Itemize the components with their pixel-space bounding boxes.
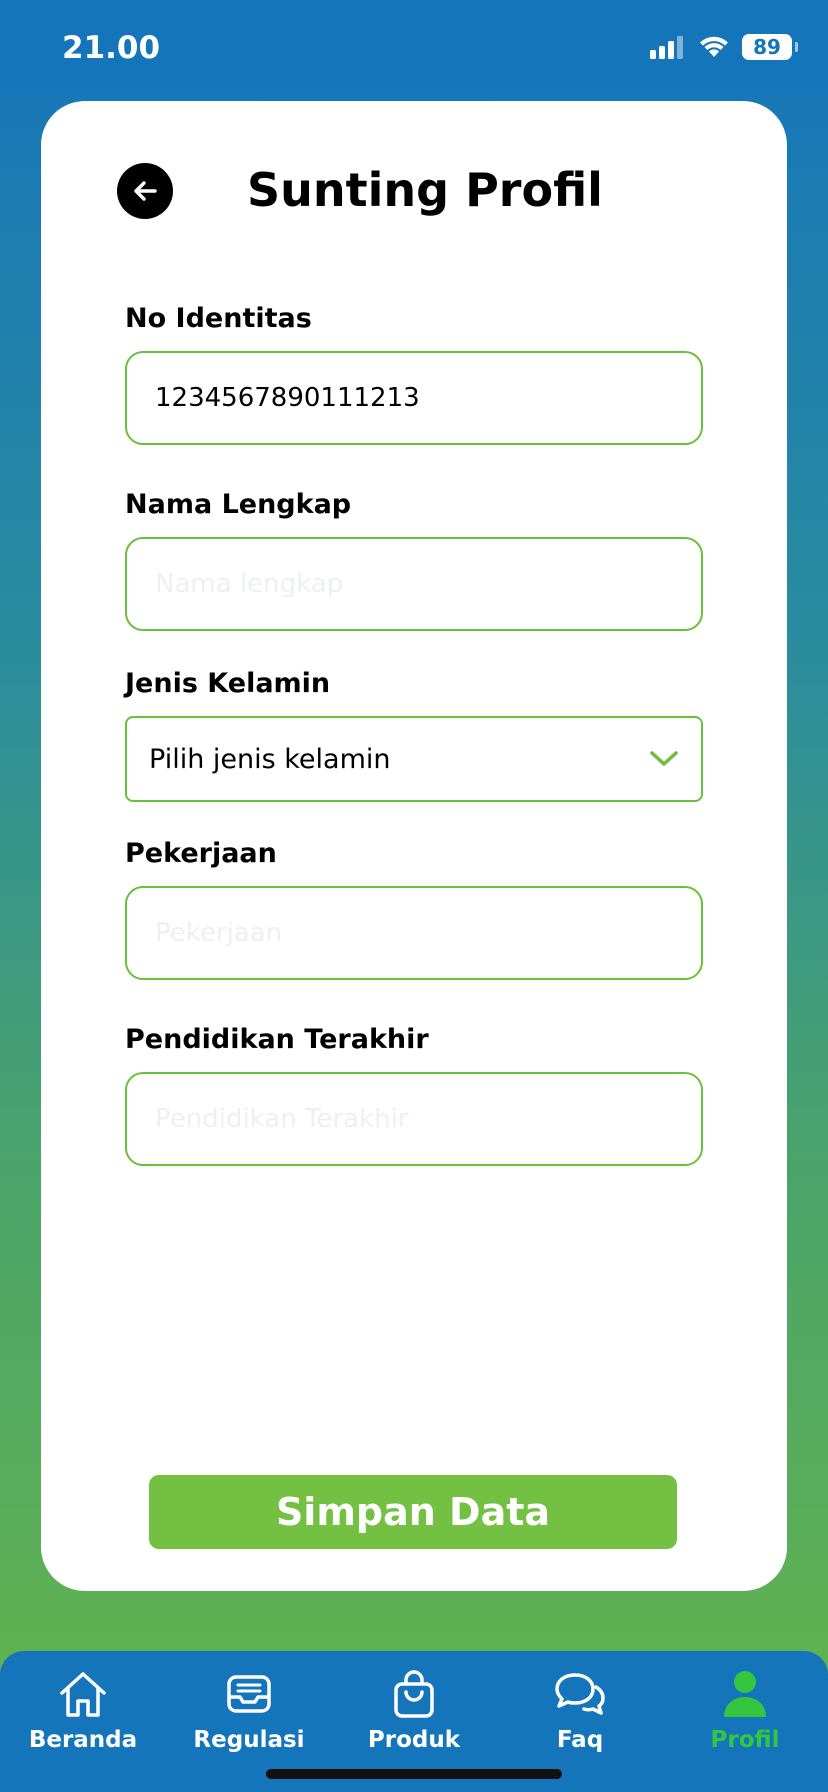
battery-level: 89 (753, 35, 781, 59)
occupation-input[interactable] (127, 888, 701, 978)
tab-regulasi[interactable]: Regulasi (166, 1665, 332, 1765)
chat-bubbles-icon (553, 1665, 607, 1723)
id-number-field[interactable] (125, 351, 703, 445)
occupation-label: Pekerjaan (125, 838, 277, 869)
status-time: 21.00 (62, 30, 161, 66)
chevron-down-icon (650, 751, 678, 766)
tab-beranda[interactable]: Beranda (0, 1665, 166, 1765)
signal-icon (650, 36, 683, 59)
home-icon (57, 1665, 109, 1723)
edit-profile-card: Sunting Profil No Identitas Nama Lengkap… (41, 101, 787, 1591)
shopping-bag-icon (391, 1665, 437, 1723)
full-name-field[interactable] (125, 537, 703, 631)
status-icons: 89 (650, 34, 798, 60)
user-icon (722, 1665, 768, 1723)
tab-faq[interactable]: Faq (497, 1665, 663, 1765)
tab-label: Faq (556, 1727, 604, 1753)
gender-select[interactable]: Pilih jenis kelamin (125, 716, 703, 802)
education-label: Pendidikan Terakhir (125, 1024, 429, 1055)
gender-label: Jenis Kelamin (125, 668, 331, 699)
save-button[interactable]: Simpan Data (149, 1475, 677, 1549)
tab-label: Profil (710, 1727, 780, 1753)
full-name-input[interactable] (127, 539, 701, 629)
status-bar: 21.00 89 (0, 0, 828, 88)
tab-label: Beranda (28, 1727, 138, 1753)
full-name-label: Nama Lengkap (125, 489, 352, 520)
gender-select-value: Pilih jenis kelamin (149, 743, 391, 775)
tab-label: Produk (367, 1727, 461, 1753)
wifi-icon (700, 36, 728, 57)
battery-icon: 89 (742, 34, 798, 60)
tab-profil[interactable]: Profil (662, 1665, 828, 1765)
tab-produk[interactable]: Produk (331, 1665, 497, 1765)
occupation-field[interactable] (125, 886, 703, 980)
id-number-input[interactable] (127, 353, 701, 443)
inbox-icon (224, 1665, 274, 1723)
education-field[interactable] (125, 1072, 703, 1166)
education-input[interactable] (127, 1074, 701, 1164)
page-title: Sunting Profil (247, 163, 603, 217)
home-indicator (266, 1769, 562, 1779)
id-number-label: No Identitas (125, 303, 312, 334)
tab-label: Regulasi (193, 1727, 305, 1753)
